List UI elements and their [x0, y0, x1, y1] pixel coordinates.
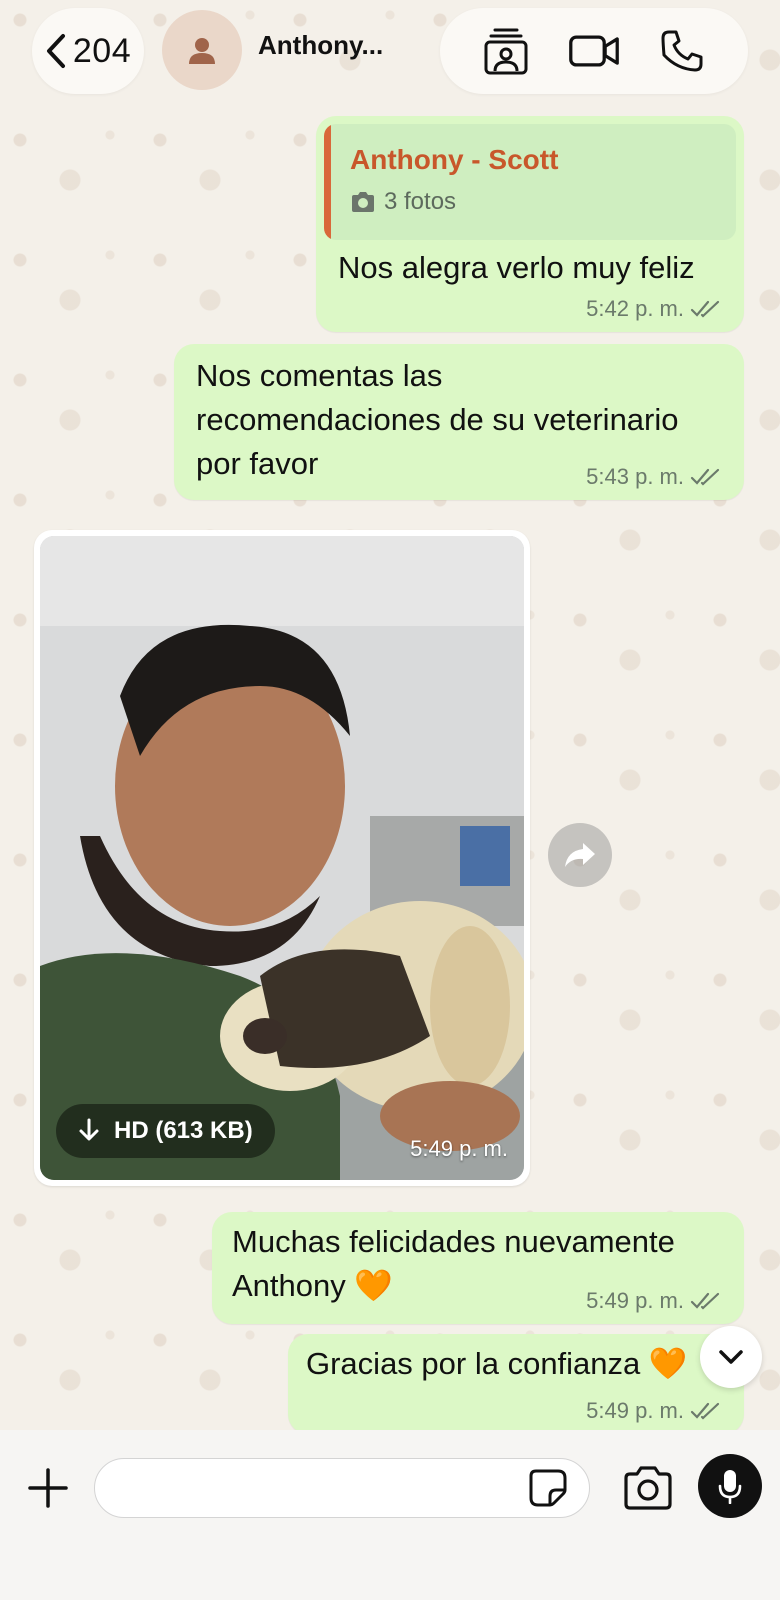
call-actions	[440, 8, 748, 94]
phone-icon	[661, 30, 703, 72]
message-time: 5:42 p. m.	[586, 296, 684, 321]
forward-arrow-icon	[565, 843, 595, 867]
back-button[interactable]: 204	[32, 8, 144, 94]
plus-icon[interactable]	[24, 1464, 72, 1512]
avatar[interactable]	[162, 10, 242, 90]
message-meta: 5:42 p. m.	[586, 296, 722, 322]
message-line: recomendaciones de su veterinario	[196, 402, 679, 437]
hd-size-label: HD (613 KB)	[114, 1117, 253, 1144]
photo-thumbnail[interactable]: HD (613 KB) 5:49 p. m.	[40, 536, 524, 1180]
message-line: Muchas felicidades nuevamente	[232, 1224, 675, 1259]
message-time: 5:43 p. m.	[586, 464, 684, 489]
quote-author: Anthony - Scott	[350, 144, 559, 175]
read-receipt-icon	[690, 468, 720, 486]
message-time: 5:49 p. m.	[586, 1398, 684, 1423]
chat-header: 204 Anthony...	[0, 0, 780, 110]
unread-count: 204	[72, 31, 132, 70]
photo-image	[40, 536, 524, 1180]
contact-card-icon	[484, 28, 528, 75]
message-composer	[0, 1430, 780, 1600]
read-receipt-icon	[690, 1292, 720, 1310]
read-receipt-icon	[690, 300, 720, 318]
scroll-to-bottom-button[interactable]	[700, 1326, 762, 1388]
message-text: Nos alegra verlo muy feliz	[338, 250, 695, 285]
contact-name[interactable]: Anthony...	[258, 30, 383, 61]
message-input[interactable]	[94, 1458, 590, 1518]
message-bubble-outgoing[interactable]: Anthony - Scott 3 fotos Nos alegra verlo…	[316, 116, 744, 332]
camera-icon[interactable]	[622, 1464, 674, 1512]
video-call-button[interactable]	[568, 25, 620, 77]
download-icon	[79, 1118, 99, 1141]
sticker-icon[interactable]	[528, 1468, 568, 1508]
camera-icon	[352, 192, 374, 212]
voice-call-button[interactable]	[656, 25, 708, 77]
download-hd-button[interactable]: HD (613 KB)	[56, 1104, 275, 1158]
quote-subtitle: 3 fotos	[350, 188, 456, 216]
contact-card-button[interactable]	[480, 25, 532, 77]
message-bubble-outgoing[interactable]: Gracias por la confianza 🧡 5:49 p. m.	[288, 1334, 744, 1434]
chevron-left-icon	[46, 34, 65, 68]
message-meta: 5:49 p. m.	[586, 1398, 722, 1424]
voice-message-button[interactable]	[698, 1454, 762, 1518]
message-time: 5:49 p. m.	[586, 1288, 684, 1313]
forward-button[interactable]	[548, 823, 612, 887]
chevron-down-icon	[719, 1350, 743, 1364]
avatar-person-icon	[189, 38, 215, 64]
message-meta: 5:43 p. m.	[586, 464, 722, 490]
message-bubble-outgoing[interactable]: Nos comentas las recomendaciones de su v…	[174, 344, 744, 500]
message-line: Nos comentas las	[196, 358, 443, 393]
photo-message[interactable]: HD (613 KB) 5:49 p. m.	[34, 530, 530, 1186]
microphone-icon	[718, 1470, 742, 1504]
read-receipt-icon	[690, 1402, 720, 1420]
message-time: 5:49 p. m.	[410, 1136, 508, 1161]
message-text: Gracias por la confianza 🧡	[306, 1346, 688, 1381]
quote-subtitle-text: 3 fotos	[384, 188, 457, 215]
quoted-message[interactable]: Anthony - Scott 3 fotos	[324, 124, 736, 240]
quote-accent-bar	[324, 124, 331, 240]
message-meta: 5:49 p. m.	[586, 1288, 722, 1314]
video-call-icon	[569, 35, 619, 67]
message-bubble-outgoing[interactable]: Muchas felicidades nuevamente Anthony 🧡 …	[212, 1212, 744, 1324]
